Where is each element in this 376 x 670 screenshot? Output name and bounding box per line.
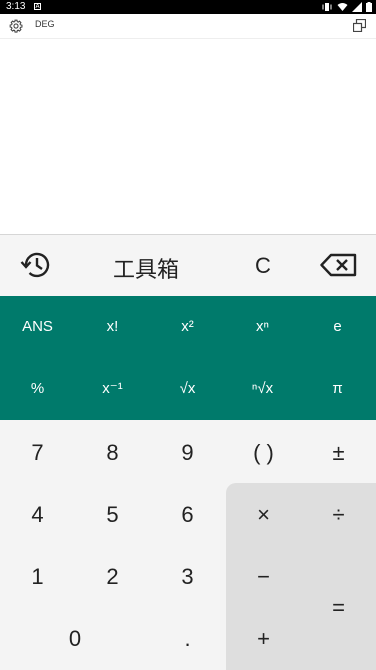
plus-minus-key[interactable]: ± bbox=[301, 422, 376, 484]
subtract-key[interactable]: − bbox=[226, 546, 301, 608]
digit-1-key[interactable]: 1 bbox=[0, 546, 75, 608]
factorial-key[interactable]: x! bbox=[75, 296, 150, 358]
square-key[interactable]: x² bbox=[150, 296, 225, 358]
clear-button[interactable]: C bbox=[255, 253, 271, 279]
digit-5-key[interactable]: 5 bbox=[75, 484, 150, 546]
digit-3-key[interactable]: 3 bbox=[150, 546, 225, 608]
history-icon[interactable] bbox=[20, 250, 52, 280]
sqrt-key[interactable]: √x bbox=[150, 358, 225, 420]
parentheses-key[interactable]: ( ) bbox=[226, 422, 301, 484]
angle-mode-toggle[interactable]: DEG bbox=[35, 19, 55, 29]
notification-icon: A bbox=[34, 3, 41, 10]
add-key[interactable]: + bbox=[226, 608, 301, 670]
digit-7-key[interactable]: 7 bbox=[0, 422, 75, 484]
divide-key[interactable]: ÷ bbox=[301, 484, 376, 546]
digit-9-key[interactable]: 9 bbox=[150, 422, 225, 484]
status-time: 3:13 bbox=[6, 1, 26, 12]
digit-0-key[interactable]: 0 bbox=[0, 608, 150, 670]
multiply-key[interactable]: × bbox=[226, 484, 301, 546]
digit-2-key[interactable]: 2 bbox=[75, 546, 150, 608]
pi-key[interactable]: π bbox=[300, 358, 375, 420]
toolbox-button[interactable]: 工具箱 bbox=[113, 252, 179, 284]
gear-icon[interactable] bbox=[9, 19, 23, 33]
top-toolbar: DEG bbox=[0, 14, 376, 39]
decimal-point-key[interactable]: . bbox=[150, 608, 225, 670]
status-icons bbox=[321, 2, 372, 12]
signal-icon bbox=[352, 2, 362, 12]
vibrate-icon bbox=[322, 3, 332, 11]
digit-8-key[interactable]: 8 bbox=[75, 422, 150, 484]
percent-key[interactable]: % bbox=[0, 358, 75, 420]
digit-6-key[interactable]: 6 bbox=[150, 484, 225, 546]
equals-key[interactable]: = bbox=[301, 546, 376, 670]
wifi-icon bbox=[337, 3, 348, 11]
calculator-display[interactable] bbox=[0, 39, 376, 234]
nth-root-key[interactable]: ⁿ√x bbox=[225, 358, 300, 420]
floating-window-icon[interactable] bbox=[353, 19, 366, 32]
digit-4-key[interactable]: 4 bbox=[0, 484, 75, 546]
euler-key[interactable]: e bbox=[300, 296, 375, 358]
power-key[interactable]: xⁿ bbox=[225, 296, 300, 358]
reciprocal-key[interactable]: x⁻¹ bbox=[75, 358, 150, 420]
backspace-icon[interactable] bbox=[320, 253, 358, 277]
battery-icon bbox=[366, 2, 372, 12]
tool-row: 工具箱 C bbox=[0, 234, 376, 297]
ans-key[interactable]: ANS bbox=[0, 296, 75, 358]
scientific-keypad: ANS x! x² xⁿ e % x⁻¹ √x ⁿ√x π bbox=[0, 296, 376, 420]
status-bar: 3:13 A bbox=[0, 0, 376, 14]
